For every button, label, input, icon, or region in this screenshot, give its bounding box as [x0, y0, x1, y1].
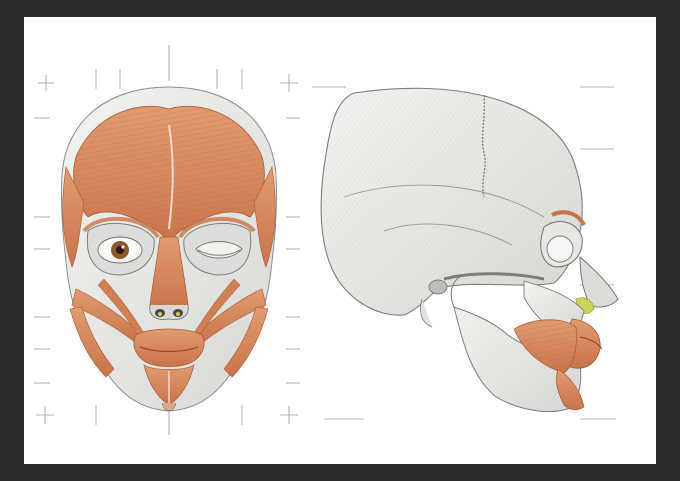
dark-frame: [0, 0, 680, 481]
anatomy-illustration: [34, 45, 619, 435]
side-view-skull: [320, 87, 619, 413]
front-view-face: [60, 86, 278, 412]
drawing-sheet: [24, 17, 656, 464]
crosshair-mark-bottom-mid: [280, 406, 298, 424]
side-eye: [546, 235, 574, 263]
crosshair-mark-top-left: [38, 75, 54, 91]
orbicularis-oris: [133, 328, 205, 367]
ear-canal: [428, 279, 448, 295]
crosshair-mark-bottom-left: [36, 406, 54, 424]
crosshair-mark-top-mid: [280, 74, 298, 92]
